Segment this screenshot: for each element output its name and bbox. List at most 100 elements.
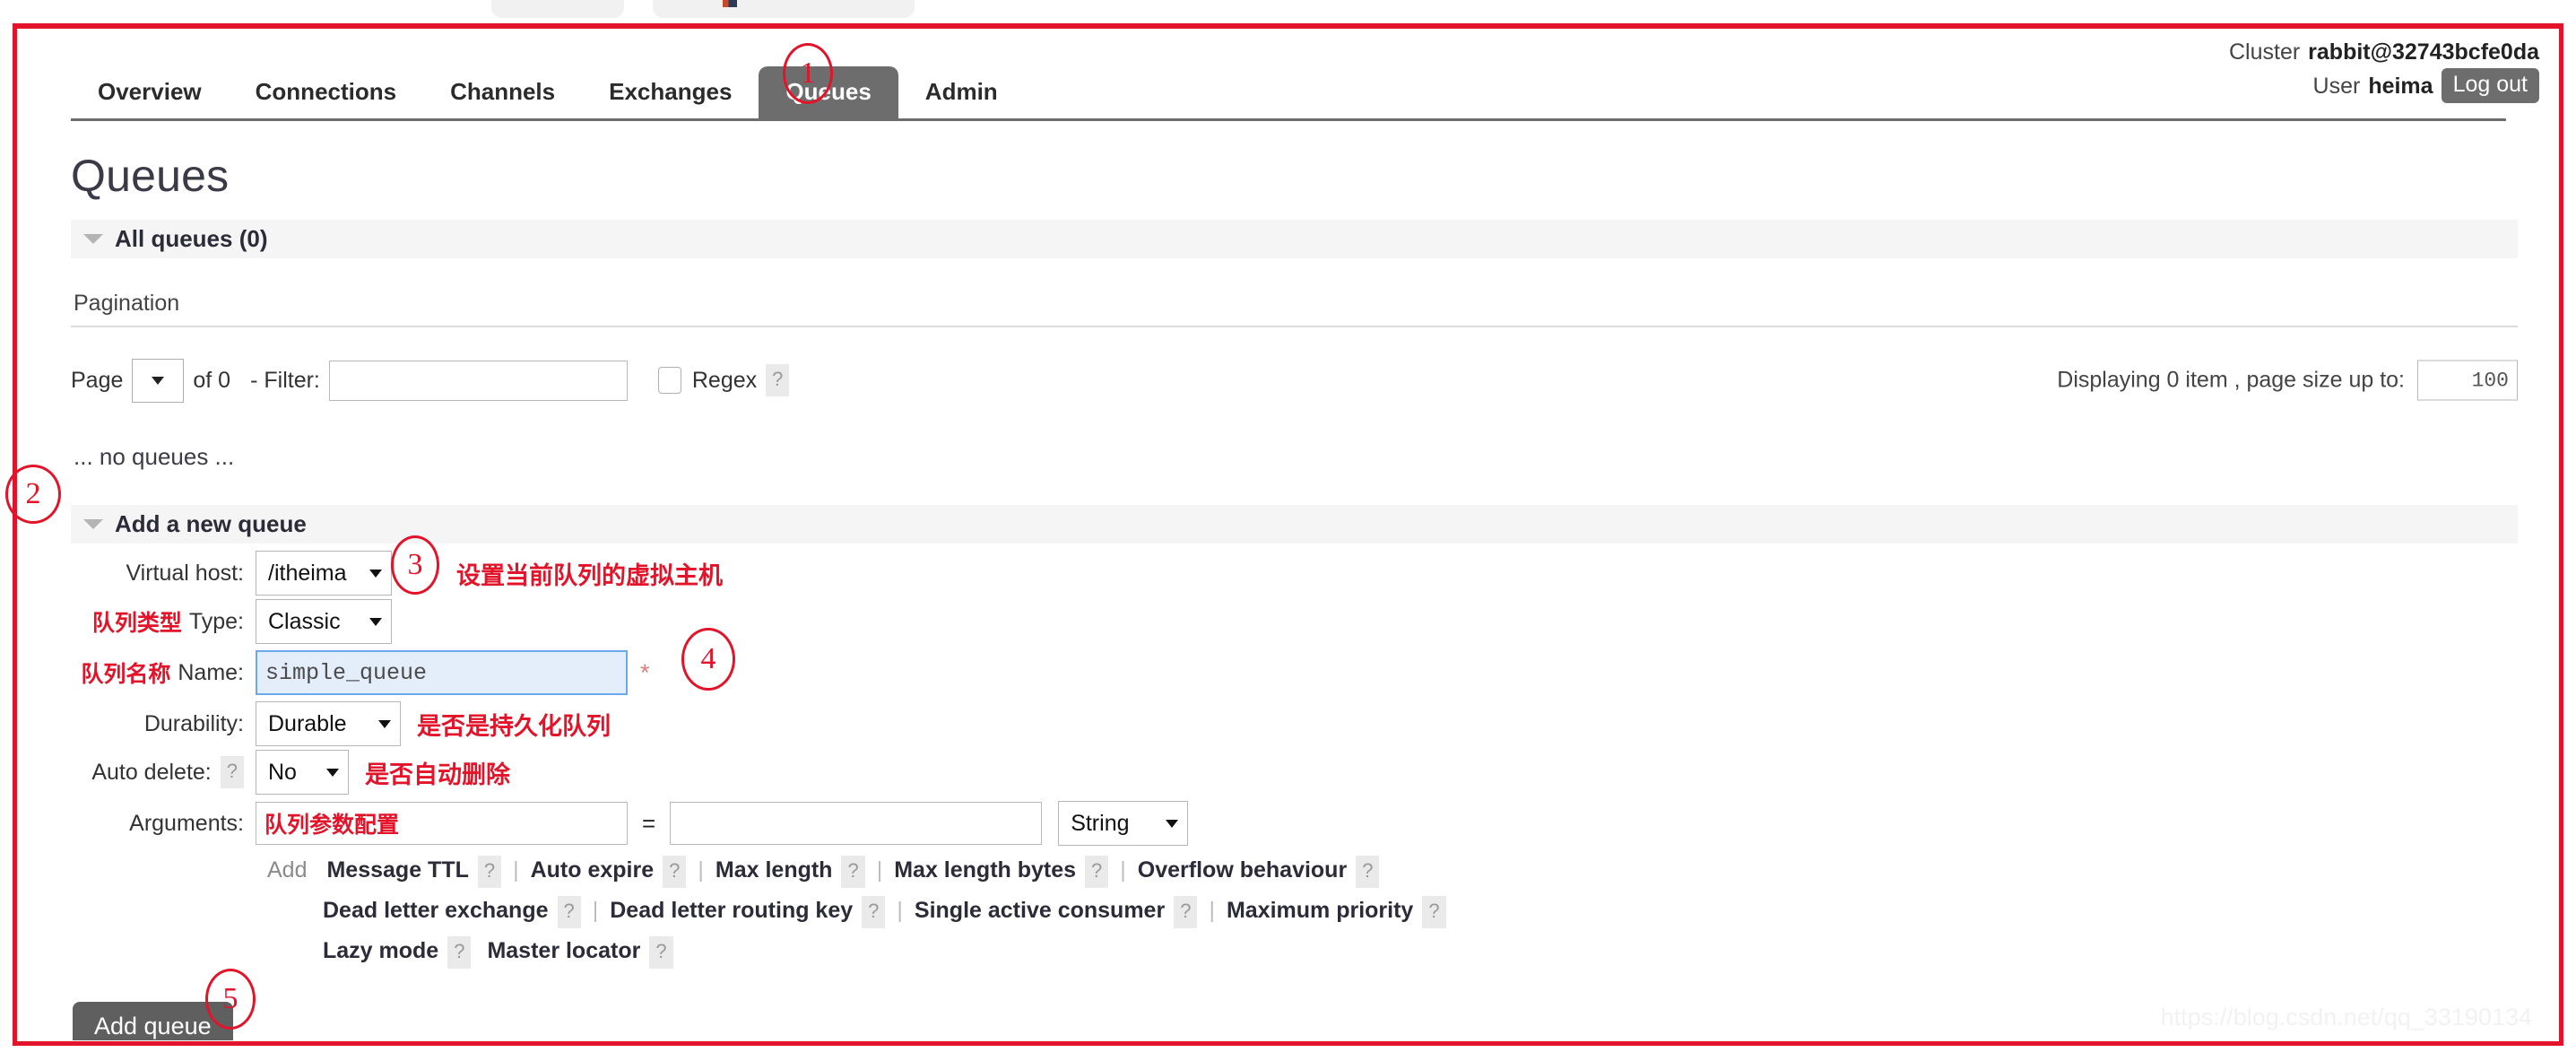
preset-separator: | xyxy=(1120,857,1126,883)
chevron-down-icon xyxy=(378,719,391,728)
all-queues-section-header[interactable]: All queues (0) xyxy=(71,220,2518,258)
preset-max-length[interactable]: Max length xyxy=(716,857,833,883)
argument-type-value: String xyxy=(1071,810,1130,836)
master-locator-help-icon[interactable]: ? xyxy=(649,936,673,969)
favicon-partial xyxy=(723,0,737,7)
arguments-label-text: Arguments: xyxy=(129,810,244,836)
virtual-host-select[interactable]: /itheima xyxy=(256,551,392,596)
argument-key-input[interactable] xyxy=(256,802,628,845)
argument-value-input[interactable] xyxy=(670,802,1043,845)
preset-dead-letter-exchange[interactable]: Dead letter exchange xyxy=(323,898,549,924)
regex-checkbox[interactable] xyxy=(657,367,681,394)
displaying-info: Displaying 0 item , page size up to: xyxy=(2057,360,2518,401)
preset-message-ttl[interactable]: Message TTL xyxy=(326,857,468,883)
tab-admin[interactable]: Admin xyxy=(898,66,1025,118)
durability-select[interactable]: Durable xyxy=(256,701,401,746)
add-new-queue-section-header[interactable]: Add a new queue xyxy=(71,505,2518,544)
nav-item-queues[interactable]: Queues xyxy=(759,66,898,118)
nav-underline xyxy=(71,118,2506,121)
preset-max-length-bytes[interactable]: Max length bytes xyxy=(894,857,1076,883)
preset-single-active-consumer[interactable]: Single active consumer xyxy=(915,898,1165,924)
name-annotation-cn: 队列名称 xyxy=(81,662,171,687)
page-title: Queues xyxy=(71,151,230,201)
dead-letter-routing-key-help-icon[interactable]: ? xyxy=(862,896,886,928)
tab-queues[interactable]: Queues xyxy=(759,66,898,118)
equals-sign: = xyxy=(642,809,656,837)
arguments-label: Arguments: xyxy=(17,811,256,837)
no-queues-message: ... no queues ... xyxy=(74,443,235,470)
auto-delete-annotation: 是否自动删除 xyxy=(365,761,510,788)
virtual-host-value: /itheima xyxy=(268,560,347,586)
chevron-down-icon xyxy=(152,376,165,385)
nav-item-connections[interactable]: Connections xyxy=(229,66,423,118)
maximum-priority-help-icon[interactable]: ? xyxy=(1422,896,1446,928)
type-label: 队列类型 Type: xyxy=(17,605,256,638)
form-row-arguments: Arguments: = String xyxy=(17,796,2559,850)
durability-label: Durability: xyxy=(17,711,256,737)
argument-presets-row-3: Lazy mode ? Master locator ? xyxy=(267,936,1654,969)
pagination-title: Pagination xyxy=(71,280,2518,327)
preset-maximum-priority[interactable]: Maximum priority xyxy=(1227,898,1413,924)
browser-tab-partial-2[interactable] xyxy=(653,0,915,18)
form-row-type: 队列类型 Type: Classic xyxy=(17,597,2559,646)
preset-auto-expire[interactable]: Auto expire xyxy=(531,857,655,883)
displaying-text: Displaying 0 item , page size up to: xyxy=(2057,367,2405,393)
max-length-bytes-help-icon[interactable]: ? xyxy=(1085,856,1109,888)
all-queues-label: All queues (0) xyxy=(115,225,268,252)
pagination-block: Pagination Page of 0 - Filter: Regex ? D… xyxy=(71,280,2518,407)
preset-master-locator[interactable]: Master locator xyxy=(487,938,640,964)
queue-name-input[interactable] xyxy=(256,650,628,695)
nav-item-overview[interactable]: Overview xyxy=(71,66,229,118)
add-queue-submit-button[interactable]: Add queue xyxy=(73,1002,233,1040)
caret-down-icon xyxy=(83,234,103,244)
queue-type-value: Classic xyxy=(268,608,341,634)
tab-overview[interactable]: Overview xyxy=(71,66,229,118)
queue-type-select[interactable]: Classic xyxy=(256,599,392,644)
page-number-select[interactable] xyxy=(132,358,185,403)
cluster-label: Cluster xyxy=(2228,39,2301,65)
add-queue-form: Virtual host: /itheima 设置当前队列的虚拟主机 队列类型 … xyxy=(17,549,2559,969)
auto-delete-label: Auto delete: ? xyxy=(17,756,256,788)
chevron-down-icon xyxy=(369,569,382,578)
overflow-behaviour-help-icon[interactable]: ? xyxy=(1356,856,1380,888)
virtual-host-label-text: Virtual host: xyxy=(126,560,244,586)
chevron-down-icon xyxy=(1166,819,1179,828)
preset-overflow-behaviour[interactable]: Overflow behaviour xyxy=(1138,857,1347,883)
auto-expire-help-icon[interactable]: ? xyxy=(663,856,687,888)
message-ttl-help-icon[interactable]: ? xyxy=(477,856,502,888)
type-annotation-cn: 队列类型 xyxy=(91,611,182,636)
chevron-down-icon xyxy=(326,768,339,777)
virtual-host-label: Virtual host: xyxy=(17,561,256,587)
browser-tab-partial-1[interactable] xyxy=(491,0,624,18)
filter-label: - Filter: xyxy=(250,367,320,393)
preset-dead-letter-routing-key[interactable]: Dead letter routing key xyxy=(610,898,853,924)
preset-lazy-mode[interactable]: Lazy mode xyxy=(323,938,438,964)
tab-connections[interactable]: Connections xyxy=(229,66,423,118)
argument-presets-row-2: Dead letter exchange ? | Dead letter rou… xyxy=(267,896,1654,928)
durability-label-text: Durability: xyxy=(143,710,244,736)
durability-value: Durable xyxy=(268,710,347,736)
regex-help-icon[interactable]: ? xyxy=(766,364,790,396)
argument-type-select[interactable]: String xyxy=(1058,801,1189,846)
form-row-virtual-host: Virtual host: /itheima 设置当前队列的虚拟主机 xyxy=(17,549,2559,597)
nav-item-admin[interactable]: Admin xyxy=(898,66,1025,118)
max-length-help-icon[interactable]: ? xyxy=(841,856,865,888)
virtual-host-annotation: 设置当前队列的虚拟主机 xyxy=(456,561,723,589)
type-label-text: Type: xyxy=(188,608,244,634)
auto-delete-help-icon[interactable]: ? xyxy=(220,756,244,788)
preset-separator: | xyxy=(513,857,519,883)
browser-chrome-strip xyxy=(0,0,2576,23)
form-row-name: 队列名称 Name: * xyxy=(17,646,2559,700)
nav-item-channels[interactable]: Channels xyxy=(423,66,582,118)
name-label: 队列名称 Name: xyxy=(17,657,256,689)
filter-input[interactable] xyxy=(328,360,628,401)
tab-channels[interactable]: Channels xyxy=(423,66,582,118)
nav-item-exchanges[interactable]: Exchanges xyxy=(582,66,759,118)
dead-letter-exchange-help-icon[interactable]: ? xyxy=(557,896,581,928)
tab-exchanges[interactable]: Exchanges xyxy=(582,66,759,118)
add-new-queue-label: Add a new queue xyxy=(115,510,307,537)
auto-delete-select[interactable]: No xyxy=(256,750,349,795)
page-size-input[interactable] xyxy=(2417,360,2518,401)
lazy-mode-help-icon[interactable]: ? xyxy=(447,936,472,969)
single-active-consumer-help-icon[interactable]: ? xyxy=(1174,896,1198,928)
